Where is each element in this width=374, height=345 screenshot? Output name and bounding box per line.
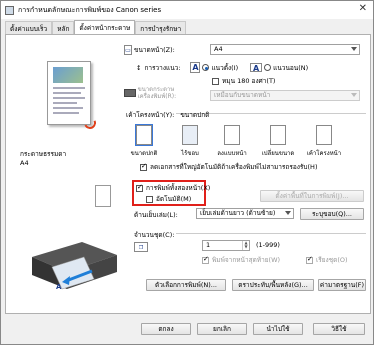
page-size-icon: ▭ [124, 45, 132, 55]
layout-label: เค้าโครงหน้า(Y): [126, 111, 175, 119]
media-size-value: A4 [20, 159, 29, 167]
borderless-icon [182, 125, 198, 145]
last-page-first-checkbox[interactable] [202, 255, 209, 264]
normal-size-icon [135, 124, 153, 146]
collate-label: เรียงชุด(O) [316, 256, 348, 264]
copies-input-row: ❐ [134, 242, 150, 252]
copies-range: (1-999) [256, 241, 280, 249]
page-size-row: ▭ ขนาดหน้า(Z): [124, 45, 175, 55]
page-size-select[interactable]: A4 [210, 44, 360, 55]
printer-paper-size-value: เหมือนกับขนาดหน้า [214, 91, 271, 99]
page-preview-icon [47, 61, 91, 125]
printer-paper-size-row: ขนาดกระดาษเครื่องพิมพ์(R): [124, 86, 210, 100]
last-page-first-label: พิมพ์จากหน้าสุดท้าย(W) [212, 256, 281, 264]
orientation-label: การวางแนว: [144, 63, 181, 72]
layout-fit-to-page[interactable]: ลงแบบหน้า [214, 125, 250, 165]
printer-app-icon [5, 5, 14, 15]
fit-to-page-icon [224, 125, 240, 145]
duplex-row: การพิมพ์ทั้งสองหน้า(X) [136, 183, 210, 193]
printer-paper-size-label: ขนาดกระดาษเครื่องพิมพ์(R): [137, 86, 177, 100]
portrait-label: แนวตั้ง(I) [211, 63, 239, 72]
copies-label-row: จำนวนชุด(C): [134, 230, 174, 240]
copies-label: จำนวนชุด(C): [134, 231, 175, 239]
stapling-side-row: ด้านเย็บเล่ม(L): [134, 210, 178, 220]
preview-area: กระดาษธรรมดา A4 A [12, 41, 120, 301]
landscape-icon: A [250, 63, 263, 73]
ok-button[interactable]: ตกลง [141, 323, 191, 335]
tab-page-setup[interactable]: ตั้งค่าหน้ากระดาษ [74, 20, 136, 35]
portrait-icon: A [190, 62, 201, 73]
layout-option-label: ขนาดปกติ [130, 150, 158, 157]
duplex-label: การพิมพ์ทั้งสองหน้า(X) [146, 184, 211, 192]
tab-bar: ตั้งค่าแบบเร็ว หลัก ตั้งค่าหน้ากระดาษ กา… [5, 20, 187, 35]
spin-arrows-icon[interactable]: ▲ ▼ [242, 241, 249, 250]
landscape-label: แนวนอน(N) [273, 63, 309, 72]
apply-button[interactable]: นำไปใช้ [253, 323, 303, 335]
cancel-button[interactable]: ยกเลิก [197, 323, 247, 335]
duplex-auto-row: อัตโนมัติ(M) [146, 194, 191, 204]
portrait-radio[interactable] [202, 64, 210, 71]
divider [176, 233, 366, 234]
printer-paper-size-select[interactable]: เหมือนกับขนาดหน้า [210, 90, 360, 101]
duplex-auto-checkbox[interactable] [146, 195, 153, 203]
tab-maintenance[interactable]: การบำรุงรักษา [135, 21, 187, 35]
defaults-button[interactable]: ค่ามาตรฐาน(F) [318, 279, 366, 291]
specify-margin-button[interactable]: ระบุขอบ(Q)... [300, 208, 364, 220]
window-title: การกำหนดลักษณะการพิมพ์ของ Canon series [18, 5, 162, 14]
collate-checkbox[interactable] [306, 255, 313, 264]
printer-preferences-window: การกำหนดลักษณะการพิมพ์ของ Canon series ✕… [0, 0, 374, 345]
rotate-row: หมุน 180 องศา(T) [212, 76, 275, 86]
print-area-setup-button[interactable]: ตั้งค่าพื้นที่ในการพิมพ์(J)... [260, 190, 364, 202]
print-options-button[interactable]: ตัวเลือกการพิมพ์(N)... [146, 279, 226, 291]
page-size-value: A4 [214, 45, 223, 53]
printer-illustration-icon: A [32, 242, 117, 291]
layout-option-label: ลงแบบหน้า [217, 150, 247, 157]
duplex-auto-label: อัตโนมัติ(M) [156, 195, 192, 203]
copies-value: 1 [206, 241, 211, 249]
copies-spinner[interactable]: 1 ▲ ▼ [202, 240, 250, 251]
auto-reduce-row: ลดเอกสารที่ใหญ่อัตโนมัติถ้าเครื่องพิมพ์ไ… [140, 162, 317, 172]
paper-source-icon [95, 185, 111, 207]
tab-quick-setup[interactable]: ตั้งค่าแบบเร็ว [5, 21, 53, 35]
help-button[interactable]: วิธีใช้ [313, 323, 365, 335]
rotate-label: หมุน 180 องศา(T) [222, 77, 276, 85]
title-bar: การกำหนดลักษณะการพิมพ์ของ Canon series ✕ [1, 1, 373, 19]
layout-normal-size[interactable]: ขนาดปกติ [126, 124, 162, 165]
duplex-checkbox[interactable] [136, 183, 143, 192]
orientation-arrow-icon: ↕ [136, 63, 142, 72]
auto-reduce-checkbox[interactable] [140, 162, 147, 171]
stapling-side-label: ด้านเย็บเล่ม(L): [134, 211, 178, 219]
page-setup-panel: กระดาษธรรมดา A4 A ▭ ขนาดหน้า(Z): A4 ↕ กา… [5, 34, 371, 314]
chevron-down-icon [351, 93, 357, 97]
layout-scaled[interactable]: เปลี่ยนขนาด [260, 125, 296, 165]
tab-main[interactable]: หลัก [52, 21, 75, 35]
layout-option-label: เค้าโครงหน้า [306, 150, 342, 157]
page-size-label: ขนาดหน้า(Z): [134, 46, 175, 54]
auto-reduce-label: ลดเอกสารที่ใหญ่อัตโนมัติถ้าเครื่องพิมพ์ไ… [150, 163, 318, 171]
page-layout-icon [316, 125, 332, 145]
layout-option-label: ไร้ขอบ [181, 150, 199, 157]
landscape-radio[interactable] [264, 64, 272, 71]
copies-icon: ❐ [134, 242, 148, 252]
chevron-down-icon [285, 211, 291, 215]
orientation-row: ↕ การวางแนว: A แนวตั้ง(I) A แนวนอน(N) [136, 62, 308, 73]
rotate-checkbox[interactable] [212, 77, 219, 85]
printer-small-icon [124, 89, 136, 97]
svg-text:A: A [56, 283, 62, 291]
close-icon[interactable]: ✕ [359, 4, 367, 14]
layout-option-label: เปลี่ยนขนาด [261, 150, 295, 157]
collate-row: เรียงชุด(O) [306, 255, 348, 265]
stamp-background-button[interactable]: ตราประทับ/พื้นหลัง(G)... [232, 279, 314, 291]
layout-borderless[interactable]: ไร้ขอบ [172, 125, 208, 165]
layout-value: ขนาดปกติ [180, 111, 210, 119]
layout-page-layout[interactable]: เค้าโครงหน้า [306, 125, 342, 165]
copies-range-row: (1-999) [256, 241, 280, 249]
layout-row: เค้าโครงหน้า(Y): ขนาดปกติ [126, 110, 209, 120]
stapling-side-value: เย็บเล่มด้านยาว (ด้านซ้าย) [200, 209, 276, 217]
media-type-label: กระดาษธรรมดา [20, 150, 67, 158]
last-page-first-row: พิมพ์จากหน้าสุดท้าย(W) [202, 255, 280, 265]
stapling-side-select[interactable]: เย็บเล่มด้านยาว (ด้านซ้าย) [196, 208, 294, 219]
chevron-down-icon [351, 47, 357, 51]
scaled-icon [270, 125, 286, 145]
